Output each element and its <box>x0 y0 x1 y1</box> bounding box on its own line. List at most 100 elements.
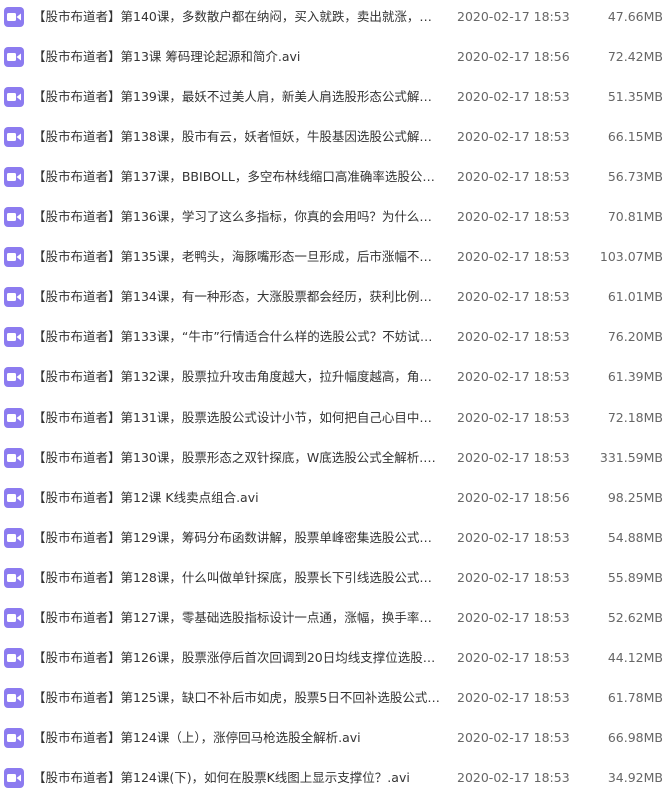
file-name[interactable]: 【股市布道者】第138课，股市有云，妖者恒妖，牛股基因选股公式解析，… <box>33 118 443 156</box>
file-name[interactable]: 【股市布道者】第12课 K线卖点组合.avi <box>33 479 443 517</box>
file-size: 66.98MB <box>607 730 663 745</box>
file-size: 103.07MB <box>599 249 663 264</box>
video-file-icon <box>4 367 24 387</box>
file-row[interactable]: 【股市布道者】第140课，多数散户都在纳闷，买入就跌，卖出就涨，主力… 2020-… <box>0 0 665 38</box>
file-size: 98.25MB <box>607 490 663 505</box>
video-file-icon <box>4 7 24 27</box>
modified-date: 2020-02-17 18:53 <box>457 209 570 224</box>
file-row[interactable]: 【股市布道者】第129课，筹码分布函数讲解，股票单峰密集选股公式全解… 2020-… <box>0 519 665 559</box>
file-name[interactable]: 【股市布道者】第140课，多数散户都在纳闷，买入就跌，卖出就涨，主力… <box>33 0 443 36</box>
file-row[interactable]: 【股市布道者】第127课，零基础选股指标设计一点通，涨幅，换手率，放… 2020-… <box>0 599 665 639</box>
file-name[interactable]: 【股市布道者】第129课，筹码分布函数讲解，股票单峰密集选股公式全解… <box>33 519 443 557</box>
file-size: 52.62MB <box>607 610 663 625</box>
video-file-icon <box>4 568 24 588</box>
file-size: 331.59MB <box>599 450 663 465</box>
modified-date: 2020-02-17 18:53 <box>457 129 570 144</box>
video-file-icon <box>4 47 24 67</box>
file-size: 44.12MB <box>607 650 663 665</box>
file-row[interactable]: 【股市布道者】第133课，“牛市”行情适合什么样的选股公式？不妨试下… 2020-… <box>0 318 665 358</box>
file-list: 【股市布道者】第140课，多数散户都在纳闷，买入就跌，卖出就涨，主力… 2020-… <box>0 0 665 788</box>
modified-date: 2020-02-17 18:53 <box>457 169 570 184</box>
modified-date: 2020-02-17 18:53 <box>457 249 570 264</box>
file-size: 70.81MB <box>607 209 663 224</box>
modified-date: 2020-02-17 18:53 <box>457 329 570 344</box>
file-size: 56.73MB <box>607 169 663 184</box>
modified-date: 2020-02-17 18:53 <box>457 730 570 745</box>
modified-date: 2020-02-17 18:53 <box>457 650 570 665</box>
modified-date: 2020-02-17 18:53 <box>457 289 570 304</box>
file-size: 51.35MB <box>607 89 663 104</box>
file-size: 72.42MB <box>607 49 663 64</box>
file-name[interactable]: 【股市布道者】第130课，股票形态之双针探底，W底选股公式全解析.mp4 <box>33 439 443 477</box>
file-size: 47.66MB <box>607 9 663 24</box>
file-row[interactable]: 【股市布道者】第130课，股票形态之双针探底，W底选股公式全解析.mp4 2020… <box>0 439 665 479</box>
modified-date: 2020-02-17 18:56 <box>457 490 570 505</box>
video-file-icon <box>4 408 24 428</box>
file-name[interactable]: 【股市布道者】第132课，股票拉升攻击角度越大，拉升幅度越高，角度选… <box>33 358 443 396</box>
file-row[interactable]: 【股市布道者】第13课 筹码理论起源和简介.avi 2020-02-17 18:5… <box>0 38 665 78</box>
modified-date: 2020-02-17 18:53 <box>457 770 570 785</box>
modified-date: 2020-02-17 18:53 <box>457 369 570 384</box>
video-file-icon <box>4 648 24 668</box>
file-size: 66.15MB <box>607 129 663 144</box>
file-row[interactable]: 【股市布道者】第126课，股票涨停后首次回调到20日均线支撑位选股公… 2020-… <box>0 639 665 679</box>
file-row[interactable]: 【股市布道者】第138课，股市有云，妖者恒妖，牛股基因选股公式解析，… 2020-… <box>0 118 665 158</box>
video-file-icon <box>4 728 24 748</box>
video-file-icon <box>4 207 24 227</box>
modified-date: 2020-02-17 18:53 <box>457 530 570 545</box>
video-file-icon <box>4 608 24 628</box>
file-row[interactable]: 【股市布道者】第134课，有一种形态，大涨股票都会经历，获利比例选股… 2020-… <box>0 278 665 318</box>
video-file-icon <box>4 528 24 548</box>
file-name[interactable]: 【股市布道者】第136课，学习了这么多指标，你真的会用吗？为什么有的… <box>33 198 443 236</box>
modified-date: 2020-02-17 18:53 <box>457 570 570 585</box>
video-file-icon <box>4 688 24 708</box>
modified-date: 2020-02-17 18:53 <box>457 690 570 705</box>
file-size: 34.92MB <box>607 770 663 785</box>
file-size: 55.89MB <box>607 570 663 585</box>
file-name[interactable]: 【股市布道者】第124课（上），涨停回马枪选股全解析.avi <box>33 719 443 757</box>
file-name[interactable]: 【股市布道者】第139课，最妖不过美人肩，新美人肩选股形态公式解析，… <box>33 78 443 116</box>
file-row[interactable]: 【股市布道者】第12课 K线卖点组合.avi 2020-02-17 18:56 98… <box>0 479 665 519</box>
file-row[interactable]: 【股市布道者】第136课，学习了这么多指标，你真的会用吗？为什么有的… 2020-… <box>0 198 665 238</box>
file-row[interactable]: 【股市布道者】第131课，股票选股公式设计小节，如何把自己心目中的想… 2020-… <box>0 399 665 439</box>
file-size: 61.39MB <box>607 369 663 384</box>
video-file-icon <box>4 287 24 307</box>
video-file-icon <box>4 327 24 347</box>
file-size: 76.20MB <box>607 329 663 344</box>
file-size: 72.18MB <box>607 410 663 425</box>
file-row[interactable]: 【股市布道者】第137课，BBIBOLL，多空布林线缩口高准确率选股公式… 202… <box>0 158 665 198</box>
file-row[interactable]: 【股市布道者】第135课，老鸭头，海豚嘴形态一旦形成，后市涨幅不容小… 2020-… <box>0 238 665 278</box>
modified-date: 2020-02-17 18:53 <box>457 610 570 625</box>
modified-date: 2020-02-17 18:53 <box>457 410 570 425</box>
file-row[interactable]: 【股市布道者】第139课，最妖不过美人肩，新美人肩选股形态公式解析，… 2020-… <box>0 78 665 118</box>
video-file-icon <box>4 768 24 788</box>
file-name[interactable]: 【股市布道者】第128课，什么叫做单针探底，股票长下引线选股公式全解… <box>33 559 443 597</box>
file-size: 54.88MB <box>607 530 663 545</box>
file-name[interactable]: 【股市布道者】第137课，BBIBOLL，多空布林线缩口高准确率选股公式… <box>33 158 443 196</box>
video-file-icon <box>4 488 24 508</box>
video-file-icon <box>4 448 24 468</box>
video-file-icon <box>4 127 24 147</box>
file-row[interactable]: 【股市布道者】第124课(下)，如何在股票K线图上显示支撑位？.avi 2020-… <box>0 759 665 799</box>
file-name[interactable]: 【股市布道者】第126课，股票涨停后首次回调到20日均线支撑位选股公… <box>33 639 443 677</box>
file-row[interactable]: 【股市布道者】第128课，什么叫做单针探底，股票长下引线选股公式全解… 2020-… <box>0 559 665 599</box>
modified-date: 2020-02-17 18:56 <box>457 49 570 64</box>
file-row[interactable]: 【股市布道者】第124课（上），涨停回马枪选股全解析.avi 2020-02-17… <box>0 719 665 759</box>
file-row[interactable]: 【股市布道者】第132课，股票拉升攻击角度越大，拉升幅度越高，角度选… 2020-… <box>0 358 665 398</box>
file-name[interactable]: 【股市布道者】第131课，股票选股公式设计小节，如何把自己心目中的想… <box>33 399 443 437</box>
file-name[interactable]: 【股市布道者】第135课，老鸭头，海豚嘴形态一旦形成，后市涨幅不容小… <box>33 238 443 276</box>
video-file-icon <box>4 167 24 187</box>
file-name[interactable]: 【股市布道者】第127课，零基础选股指标设计一点通，涨幅，换手率，放… <box>33 599 443 637</box>
file-name[interactable]: 【股市布道者】第134课，有一种形态，大涨股票都会经历，获利比例选股… <box>33 278 443 316</box>
file-size: 61.01MB <box>607 289 663 304</box>
file-name[interactable]: 【股市布道者】第124课(下)，如何在股票K线图上显示支撑位？.avi <box>33 759 443 797</box>
file-size: 61.78MB <box>607 690 663 705</box>
video-file-icon <box>4 87 24 107</box>
modified-date: 2020-02-17 18:53 <box>457 9 570 24</box>
file-name[interactable]: 【股市布道者】第13课 筹码理论起源和简介.avi <box>33 38 443 76</box>
file-name[interactable]: 【股市布道者】第133课，“牛市”行情适合什么样的选股公式？不妨试下… <box>33 318 443 356</box>
video-file-icon <box>4 247 24 267</box>
modified-date: 2020-02-17 18:53 <box>457 450 570 465</box>
file-name[interactable]: 【股市布道者】第125课，缺口不补后市如虎，股票5日不回补选股公式设… <box>33 679 443 717</box>
file-row[interactable]: 【股市布道者】第125课，缺口不补后市如虎，股票5日不回补选股公式设… 2020-… <box>0 679 665 719</box>
